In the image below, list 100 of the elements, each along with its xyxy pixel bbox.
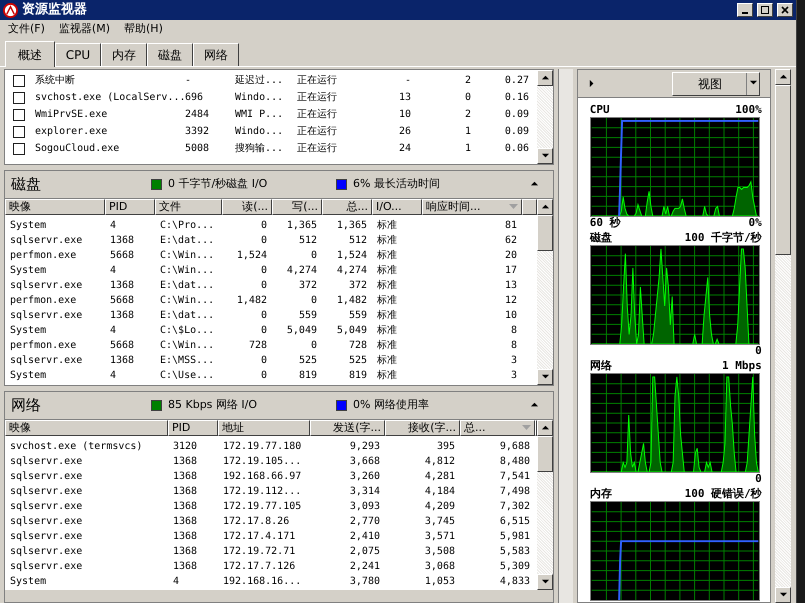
graph-minimum: 0 — [755, 471, 762, 488]
table-cell-text: 4 — [172, 575, 180, 589]
table-cell-text: System — [9, 219, 48, 233]
table-cell-text: 4 — [109, 264, 118, 278]
table-cell-text: 0.16 — [504, 91, 530, 105]
column-header[interactable]: 映像 — [5, 199, 105, 215]
table-cell-text: 8 — [510, 324, 518, 338]
scrollbar-thumb[interactable] — [537, 436, 553, 472]
table-cell-text: 4,833 — [498, 575, 531, 589]
column-header[interactable]: I/O... — [372, 199, 422, 215]
minimize-button[interactable] — [737, 3, 753, 17]
table-cell-text: 3 — [510, 369, 518, 383]
tab[interactable]: CPU — [55, 43, 101, 66]
table-cell-text: sqlservr.exe — [9, 354, 84, 368]
column-header[interactable]: 写(... — [272, 199, 322, 215]
table-cell-text: 1 — [464, 142, 472, 156]
column-header[interactable]: 读(... — [222, 199, 272, 215]
column-header[interactable]: PID — [168, 420, 218, 436]
table-cell-text: sqlservr.exe — [9, 309, 84, 323]
table-cell-text: 1368 — [109, 279, 136, 293]
table-cell-text: 62 — [504, 234, 518, 248]
table-cell-text: 3,260 — [348, 470, 381, 484]
table-cell-text: 5,583 — [498, 545, 531, 559]
table-cell-text: 20 — [504, 249, 518, 263]
table-cell-text: sqlservr.exe — [9, 279, 84, 293]
table-cell-text: 标准 — [376, 338, 398, 353]
scroll-down-button[interactable] — [537, 369, 553, 385]
tab[interactable]: 内存 — [101, 43, 147, 66]
table-cell-text: 3,668 — [348, 455, 381, 469]
table-cell-text: 标准 — [376, 324, 398, 338]
table-cell-text: sqlservr.exe — [9, 485, 84, 499]
process-checkbox[interactable] — [13, 126, 25, 138]
close-icon — [781, 6, 789, 14]
table-cell-text: 3120 — [172, 440, 198, 454]
process-checkbox[interactable] — [13, 74, 25, 86]
table-cell-text: sqlservr.exe — [9, 500, 84, 514]
process-checkbox[interactable] — [13, 142, 25, 154]
column-header[interactable]: 总... — [460, 420, 535, 436]
table-cell-text: 标准 — [376, 368, 398, 383]
column-header[interactable]: 地址 — [218, 420, 310, 436]
table-cell-text: 2,075 — [348, 545, 381, 559]
table-cell-text: 延迟过... — [234, 74, 284, 88]
table-cell-text: 3,068 — [424, 560, 456, 574]
table-cell-text: 0 — [310, 249, 318, 263]
table-cell-text: 8 — [510, 339, 518, 353]
table-cell-text: 0 — [260, 219, 268, 233]
view-button[interactable]: 视图 — [672, 72, 760, 96]
scrollbar-thumb[interactable] — [537, 215, 553, 251]
table-cell-text: 4,184 — [424, 485, 456, 499]
table-cell-text: 192.168.16... — [222, 575, 302, 589]
table-cell-text: 7,302 — [498, 500, 531, 514]
table-cell-text: 0 — [260, 234, 268, 248]
column-header[interactable]: 映像 — [5, 420, 168, 436]
table-cell-text: Windo... — [234, 125, 284, 139]
table-cell-text: 5,049 — [286, 324, 318, 338]
table-cell-text: WmiPrvSE.exe — [34, 108, 108, 122]
column-header[interactable]: 总... — [322, 199, 372, 215]
scroll-down-button[interactable] — [775, 587, 792, 603]
tab[interactable]: 磁盘 — [147, 43, 193, 66]
column-header[interactable]: 接收(字... — [385, 420, 460, 436]
table-cell-text: 1368 — [172, 530, 198, 544]
table-cell-text: 372 — [298, 279, 318, 293]
table-cell-text: 搜狗输... — [234, 142, 284, 156]
table-cell-text: 0 — [260, 369, 268, 383]
table-cell-text: 4 — [109, 219, 118, 233]
menu-item[interactable]: 帮助(H) — [124, 21, 163, 38]
menu-item[interactable]: 文件(F) — [8, 21, 45, 38]
legend-text: 6% 最长活动时间 — [353, 176, 440, 192]
process-checkbox[interactable] — [13, 108, 25, 120]
scrollbar-thumb[interactable] — [775, 85, 792, 255]
maximize-button[interactable] — [757, 3, 773, 17]
table-cell-text: 系统中断 — [34, 74, 76, 88]
table-cell-text: 1368 — [172, 545, 198, 559]
table-cell-text: 172.19.105... — [222, 455, 302, 469]
menu-item[interactable]: 监视器(M) — [58, 21, 110, 38]
table-cell-text: 13 — [398, 91, 412, 105]
table-cell-text: 1368 — [172, 485, 198, 499]
table-cell-text: 1,053 — [424, 575, 456, 589]
tab[interactable]: 网络 — [193, 43, 239, 66]
column-header[interactable]: 文件 — [155, 199, 222, 215]
scroll-up-button[interactable] — [775, 69, 792, 85]
process-checkbox[interactable] — [13, 92, 25, 104]
column-header[interactable]: 发送(字... — [310, 420, 385, 436]
close-button[interactable] — [777, 3, 793, 17]
section-title: 网络 — [11, 395, 42, 416]
sort-arrow-icon — [522, 425, 531, 431]
table-cell-text: 4,281 — [424, 470, 456, 484]
table-cell-text: 1368 — [109, 309, 136, 323]
table-cell-text: System — [9, 369, 48, 383]
scroll-up-button[interactable] — [537, 70, 553, 86]
table-cell-text: 10 — [398, 108, 412, 122]
table-cell-text: 标准 — [376, 308, 398, 323]
column-header[interactable]: 响应时间... — [422, 199, 522, 215]
scroll-down-button[interactable] — [537, 148, 553, 164]
table-cell-text: C:\Win... — [159, 249, 216, 263]
scroll-up-button[interactable] — [537, 420, 553, 436]
scroll-up-button[interactable] — [537, 199, 553, 215]
scroll-down-button[interactable] — [537, 574, 553, 590]
column-header[interactable]: PID — [105, 199, 155, 215]
tab[interactable]: 概述 — [5, 41, 55, 67]
